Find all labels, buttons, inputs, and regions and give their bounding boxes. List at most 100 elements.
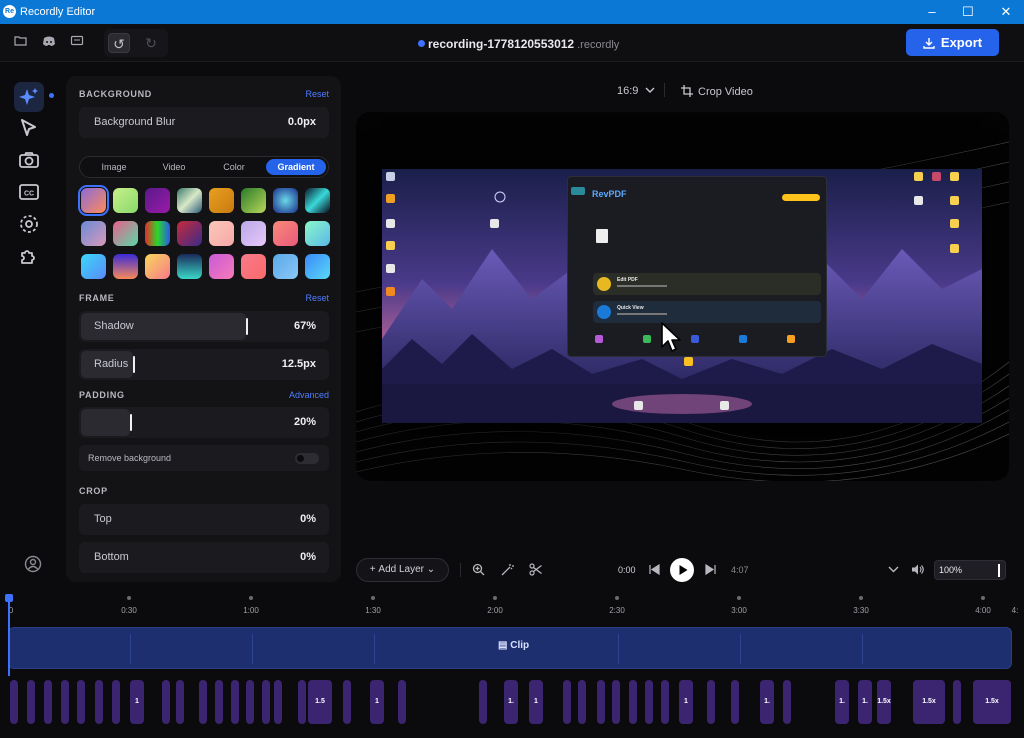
skip-forward-icon[interactable] [704,563,717,576]
gradient-swatch[interactable] [113,221,138,246]
export-button[interactable]: Export [906,29,999,56]
gradient-swatch[interactable] [145,221,170,246]
zoom-segment[interactable] [77,680,85,724]
zoom-segment[interactable] [274,680,282,724]
volume-icon[interactable] [911,563,924,576]
effects-sparkle-icon[interactable] [14,82,44,112]
zoom-segment[interactable] [231,680,239,724]
play-button[interactable] [670,558,694,582]
zoom-segment[interactable] [112,680,120,724]
chevron-down-icon[interactable] [887,563,900,576]
zoom-segment[interactable] [199,680,207,724]
video-preview[interactable]: RevPDF Edit PDF Quick View [356,112,1009,481]
zoom-segment[interactable] [61,680,69,724]
redo-button[interactable]: ↻ [140,33,162,53]
crop-bottom-row[interactable]: Bottom 0% [79,542,329,573]
gradient-swatch[interactable] [305,188,330,213]
gradient-swatch[interactable] [273,254,298,279]
zoom-segment[interactable]: 1.5x [973,680,1011,724]
zoom-segment[interactable] [629,680,637,724]
gradient-swatch[interactable] [305,221,330,246]
zoom-segment[interactable] [661,680,669,724]
zoom-segment[interactable]: 1 [529,680,543,724]
zoom-segment[interactable]: 1 [370,680,384,724]
padding-slider[interactable]: 20% [79,407,329,438]
zoom-segment[interactable] [563,680,571,724]
zoom-segment[interactable]: 1. [504,680,518,724]
zoom-segment[interactable] [27,680,35,724]
gradient-swatch[interactable] [273,188,298,213]
padding-advanced-link[interactable]: Advanced [289,390,329,400]
zoom-segment[interactable] [578,680,586,724]
gradient-swatch[interactable] [177,254,202,279]
zoom-level-slider[interactable]: 100% [934,560,1006,580]
gradient-swatch[interactable] [241,221,266,246]
tab-gradient[interactable]: Gradient [266,159,326,175]
gradient-swatch[interactable] [273,221,298,246]
gradient-swatch[interactable] [113,254,138,279]
zoom-segment[interactable] [10,680,18,724]
zoom-segment[interactable] [398,680,406,724]
gradient-swatch[interactable] [241,188,266,213]
close-button[interactable]: ✕ [988,0,1024,24]
zoom-segment[interactable]: 1. [858,680,872,724]
zoom-segment[interactable]: 1 [679,680,693,724]
zoom-segment[interactable]: 1 [130,680,144,724]
zoom-segment[interactable] [645,680,653,724]
zoom-segment[interactable] [44,680,52,724]
aspect-ratio-dropdown[interactable]: 16:9 [617,85,655,97]
zoom-segment[interactable] [731,680,739,724]
open-folder-icon[interactable] [14,34,32,52]
zoom-segment[interactable] [262,680,270,724]
zoom-segment[interactable] [162,680,170,724]
zoom-segment[interactable] [176,680,184,724]
timeline-ruler[interactable]: 0 0:30 1:00 1:30 2:00 2:30 3:00 3:30 4:0… [0,590,1024,620]
zoom-segment[interactable] [783,680,791,724]
zoom-segment[interactable]: 1. [760,680,774,724]
gradient-swatch[interactable] [113,188,138,213]
gradient-swatch[interactable] [241,254,266,279]
gradient-swatch[interactable] [81,221,106,246]
minimize-button[interactable]: – [914,0,950,24]
tab-image[interactable]: Image [84,159,144,175]
shadow-slider-knob[interactable] [246,318,248,335]
zoom-segment[interactable]: 1.5x [913,680,945,724]
gradient-swatch[interactable] [145,254,170,279]
captions-icon[interactable]: CC [17,180,41,204]
discord-icon[interactable] [42,34,60,52]
zoom-segment[interactable] [246,680,254,724]
cursor-icon[interactable] [17,117,41,141]
gradient-swatch[interactable] [209,188,234,213]
maximize-button[interactable]: ☐ [950,0,986,24]
crop-video-button[interactable]: Crop Video [681,85,753,98]
shadow-slider[interactable]: Shadow 67% [79,311,329,342]
zoom-segment[interactable] [707,680,715,724]
zoom-segment[interactable] [597,680,605,724]
gradient-swatch[interactable] [305,254,330,279]
timeline[interactable]: 0 0:30 1:00 1:30 2:00 2:30 3:00 3:30 4:0… [0,590,1024,738]
radius-slider-knob[interactable] [133,356,135,373]
background-blur-row[interactable]: Background Blur 0.0px [79,107,329,138]
background-reset-link[interactable]: Reset [305,89,329,99]
gradient-swatch[interactable] [145,188,170,213]
skip-back-icon[interactable] [648,563,661,576]
zoom-segment[interactable] [215,680,223,724]
add-layer-button[interactable]: + Add Layer ⌄ [356,558,449,582]
undo-button[interactable]: ↺ [108,33,130,53]
zoom-segment[interactable] [479,680,487,724]
profile-icon[interactable] [24,555,42,573]
extensions-puzzle-icon[interactable] [17,244,41,268]
zoom-segment[interactable] [343,680,351,724]
zoom-level-knob[interactable] [998,564,1000,577]
gradient-swatch[interactable] [177,221,202,246]
zoom-in-icon[interactable] [472,563,485,576]
gradient-swatch[interactable] [209,254,234,279]
playhead[interactable] [5,594,13,676]
gradient-swatch[interactable] [177,188,202,213]
tab-video[interactable]: Video [144,159,204,175]
radius-slider[interactable]: Radius 12.5px [79,349,329,380]
remove-background-toggle[interactable] [295,453,319,464]
zoom-segment[interactable]: 1.5 [308,680,332,724]
padding-slider-knob[interactable] [130,414,132,431]
clip-track[interactable]: ▤ Clip [8,627,1012,669]
